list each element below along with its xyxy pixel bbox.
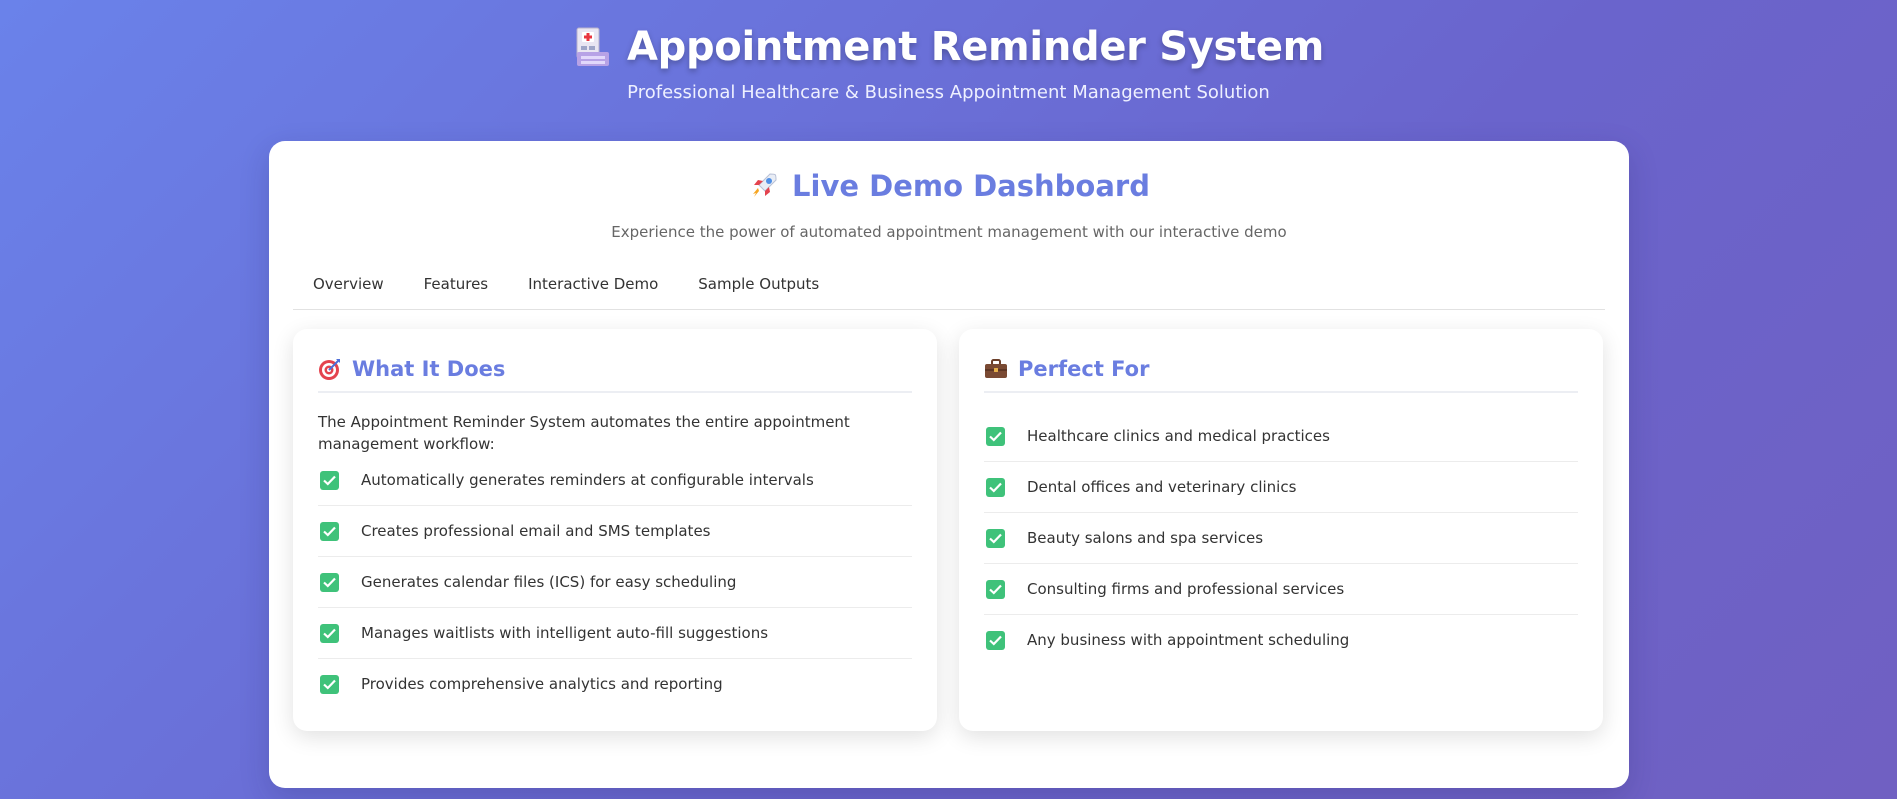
dashboard-title-text: Live Demo Dashboard <box>792 169 1150 203</box>
list-item: Automatically generates reminders at con… <box>318 455 912 506</box>
list-item: Consulting firms and professional servic… <box>984 564 1578 615</box>
check-icon <box>986 477 1005 497</box>
perfect-for-heading: Perfect For <box>984 357 1578 393</box>
list-item: Provides comprehensive analytics and rep… <box>318 659 912 709</box>
dashboard-card: Live Demo Dashboard Experience the power… <box>269 141 1629 788</box>
list-item-text: Beauty salons and spa services <box>1027 529 1264 547</box>
app-title: Appointment Reminder System <box>0 24 1897 70</box>
briefcase-icon <box>985 359 1007 378</box>
list-item: Manages waitlists with intelligent auto-… <box>318 608 912 659</box>
check-icon <box>320 572 339 592</box>
rocket-icon <box>753 173 777 197</box>
check-icon <box>320 521 339 541</box>
app-subtitle: Professional Healthcare & Business Appoi… <box>627 82 1270 103</box>
check-icon <box>986 630 1005 650</box>
list-item-text: Generates calendar files (ICS) for easy … <box>361 573 737 591</box>
tab-sample-outputs[interactable]: Sample Outputs <box>678 259 839 309</box>
tab-bar: Overview Features Interactive Demo Sampl… <box>293 259 1605 310</box>
check-icon <box>986 426 1005 446</box>
check-icon <box>320 470 339 490</box>
check-icon <box>986 579 1005 599</box>
list-item-text: Consulting firms and professional servic… <box>1027 580 1345 598</box>
list-item: Beauty salons and spa services <box>984 513 1578 564</box>
what-it-does-title: What It Does <box>352 357 506 381</box>
list-item-text: Provides comprehensive analytics and rep… <box>361 675 723 693</box>
check-icon <box>320 674 339 694</box>
tab-features[interactable]: Features <box>404 259 509 309</box>
target-icon <box>319 359 340 380</box>
list-item-text: Automatically generates reminders at con… <box>361 471 814 489</box>
list-item: Dental offices and veterinary clinics <box>984 462 1578 513</box>
perfect-for-panel: Perfect For Healthcare clinics and medic… <box>959 329 1603 731</box>
what-it-does-list: Automatically generates reminders at con… <box>318 455 912 709</box>
check-icon <box>986 528 1005 548</box>
tab-interactive-demo[interactable]: Interactive Demo <box>508 259 678 309</box>
dashboard-subtitle: Experience the power of automated appoin… <box>611 223 1287 241</box>
check-icon <box>320 623 339 643</box>
what-it-does-panel: What It Does The Appointment Reminder Sy… <box>293 329 937 731</box>
list-item: Generates calendar files (ICS) for easy … <box>318 557 912 608</box>
perfect-for-list: Healthcare clinics and medical practices… <box>984 411 1578 665</box>
what-it-does-heading: What It Does <box>318 357 912 393</box>
dashboard-title: Live Demo Dashboard <box>269 169 1629 203</box>
list-item: Any business with appointment scheduling <box>984 615 1578 665</box>
page-header: Appointment Reminder System Professional… <box>0 0 1897 103</box>
list-item-text: Dental offices and veterinary clinics <box>1027 478 1297 496</box>
list-item: Healthcare clinics and medical practices <box>984 411 1578 462</box>
list-item-text: Creates professional email and SMS templ… <box>361 522 711 540</box>
list-item-text: Any business with appointment scheduling <box>1027 631 1350 649</box>
app-title-text: Appointment Reminder System <box>626 24 1325 70</box>
list-item: Creates professional email and SMS templ… <box>318 506 912 557</box>
what-it-does-description: The Appointment Reminder System automate… <box>318 413 850 453</box>
list-item-text: Healthcare clinics and medical practices <box>1027 427 1330 445</box>
tab-overview[interactable]: Overview <box>293 259 404 309</box>
hospital-icon <box>576 27 609 66</box>
list-item-text: Manages waitlists with intelligent auto-… <box>361 624 769 642</box>
perfect-for-title: Perfect For <box>1018 357 1150 381</box>
